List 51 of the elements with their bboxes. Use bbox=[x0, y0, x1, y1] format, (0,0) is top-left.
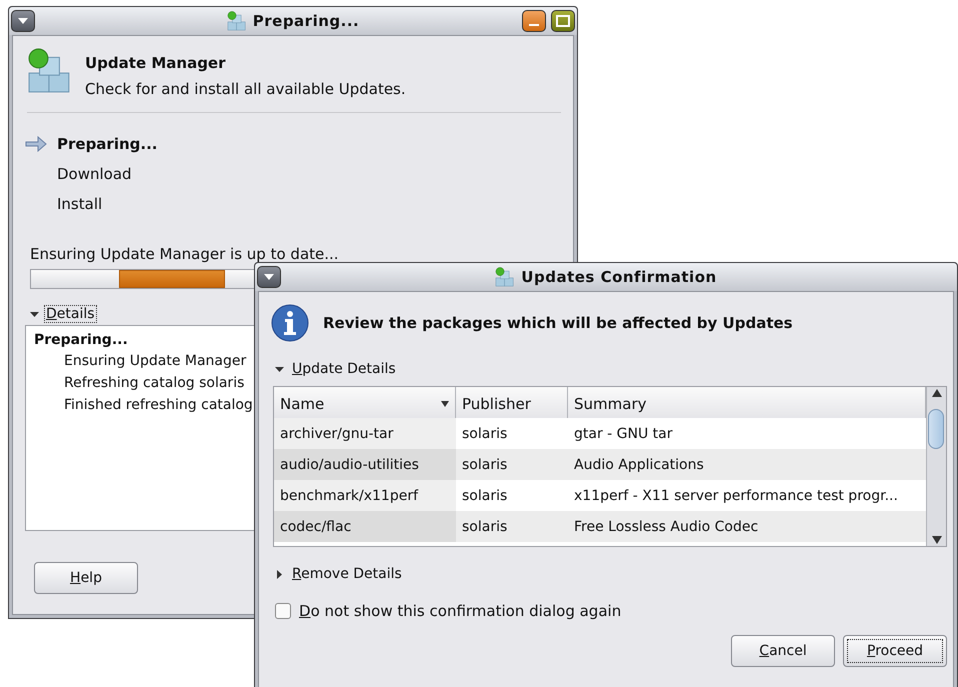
package-cubes-icon bbox=[495, 267, 516, 287]
minimize-button[interactable] bbox=[522, 10, 546, 32]
collapsed-arrow-icon[interactable] bbox=[275, 570, 284, 578]
step-label: Install bbox=[57, 195, 102, 213]
details-expander[interactable]: Details bbox=[44, 305, 97, 323]
log-line: Ensuring Update Manager bbox=[64, 352, 246, 371]
caret-icon bbox=[264, 273, 274, 281]
caret-icon bbox=[18, 17, 28, 25]
help-button[interactable]: Help bbox=[34, 562, 138, 594]
table-cell: audio/audio-utilities bbox=[274, 449, 456, 480]
header-subtitle: Check for and install all available Updates. bbox=[85, 80, 406, 98]
window-menu-button[interactable] bbox=[11, 10, 35, 32]
table-cell: solaris bbox=[456, 449, 568, 480]
info-icon bbox=[271, 304, 309, 342]
scroll-up-icon[interactable] bbox=[932, 389, 942, 397]
window-title: Preparing... bbox=[252, 12, 360, 30]
window-title: Updates Confirmation bbox=[521, 268, 717, 286]
table-cell: Free Lossless Audio Codec bbox=[568, 511, 926, 542]
log-line: Refreshing catalog solaris bbox=[64, 374, 244, 393]
column-header[interactable]: Summary bbox=[568, 387, 926, 421]
window-menu-button[interactable] bbox=[257, 266, 281, 288]
status-text: Ensuring Update Manager is up to date... bbox=[30, 245, 340, 263]
table-cell: benchmark/x11perf bbox=[274, 480, 456, 511]
column-header[interactable]: Publisher bbox=[456, 387, 568, 421]
step-label: Preparing... bbox=[57, 135, 158, 153]
scroll-down-icon[interactable] bbox=[932, 536, 942, 544]
log-heading: Preparing... bbox=[34, 331, 128, 350]
minimize-icon bbox=[529, 24, 539, 26]
checkbox-label[interactable]: Do not show this confirmation dialog again bbox=[297, 601, 624, 621]
maximize-button[interactable] bbox=[551, 10, 575, 32]
table-cell: solaris bbox=[456, 511, 568, 542]
table-cell: archiver/gnu-tar bbox=[274, 418, 456, 449]
column-header[interactable]: Name bbox=[274, 387, 456, 421]
update-details-expander[interactable]: Update Details bbox=[290, 360, 398, 378]
table-cell: Audio Applications bbox=[568, 449, 926, 480]
step-label: Download bbox=[57, 165, 132, 183]
maximize-icon bbox=[556, 15, 570, 27]
log-line: Finished refreshing catalog bbox=[64, 396, 253, 415]
expanded-arrow-icon[interactable] bbox=[275, 364, 284, 374]
dialog-button[interactable]: Cancel bbox=[731, 635, 835, 667]
expanded-arrow-icon[interactable] bbox=[30, 310, 39, 318]
scrollbar[interactable] bbox=[926, 387, 946, 546]
remove-details-expander[interactable]: Remove Details bbox=[290, 565, 404, 583]
header-title: Update Manager bbox=[85, 54, 227, 72]
scroll-thumb[interactable] bbox=[928, 409, 944, 449]
table-cell: codec/flac bbox=[274, 511, 456, 542]
sort-arrow-icon bbox=[441, 400, 449, 406]
dialog-button[interactable]: Proceed bbox=[843, 635, 947, 667]
checkbox[interactable] bbox=[275, 603, 291, 619]
dialog-message: Review the packages which will be affected by Updates bbox=[323, 314, 793, 332]
package-cubes-icon bbox=[226, 11, 247, 31]
